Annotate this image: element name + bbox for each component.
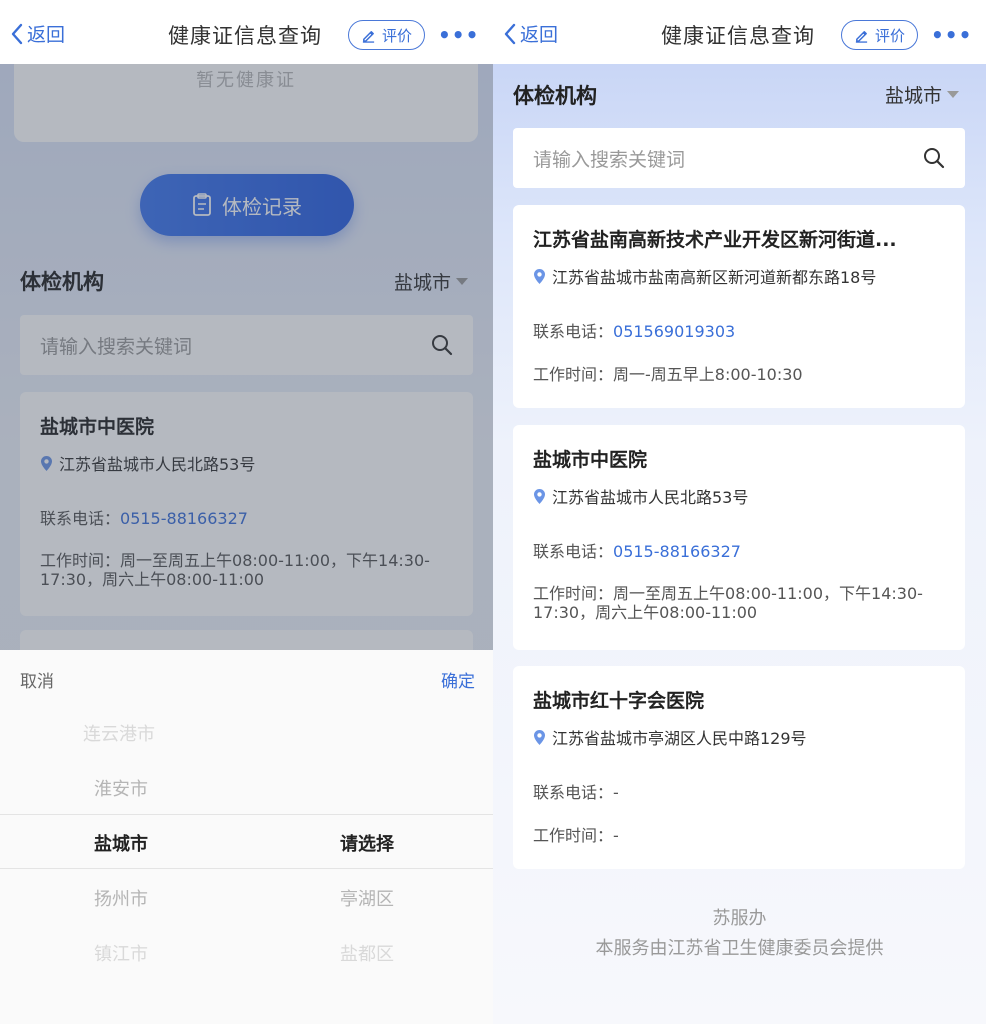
nav-bar: 返回 健康证信息查询 评价 ••• [493,0,986,64]
institution-name: 盐城市中医院 [533,449,648,471]
picker-option-selected[interactable]: 请选择 [340,830,394,856]
chevron-left-icon [504,23,516,44]
institution-card[interactable]: 盐城市红十字会医院 江苏省盐城市亭湖区人民中路129号 联系电话：- 工作时间：… [513,666,965,869]
address-text: 江苏省盐城市人民北路53号 [552,488,749,507]
right-screen: 返回 健康证信息查询 评价 ••• 体检机构 盐城市 请输入搜索关键词 江苏省盐… [493,0,986,1024]
institution-name: 盐城市红十字会医院 [533,690,705,712]
picker-option[interactable]: 亭湖区 [340,885,394,911]
rate-button[interactable]: 评价 [348,20,425,50]
hours-label: 工作时间： [533,365,614,384]
back-button[interactable]: 返回 [10,20,65,47]
address-text: 江苏省盐城市盐南高新区新河道新都东路18号 [552,268,877,287]
hours-text: - [613,826,619,845]
phone-row: 联系电话：0515-88166327 [533,542,945,561]
phone-row: 联系电话：- [533,783,945,802]
rate-button[interactable]: 评价 [841,20,918,50]
section-title: 体检机构 [513,84,597,108]
picker-option-selected[interactable]: 盐城市 [94,830,148,856]
page-title: 健康证信息查询 [661,24,815,48]
nav-bar: 返回 健康证信息查询 评价 ••• [0,0,493,64]
hours-row: 工作时间：周一至周五上午08:00-11:00，下午14:30-17:30，周六… [533,584,945,622]
picker-option[interactable]: 镇江市 [94,940,148,966]
phone-text: - [613,783,619,802]
hours-row: 工作时间：- [533,826,945,845]
more-button[interactable]: ••• [438,23,479,47]
institution-card[interactable]: 江苏省盐南高新技术产业开发区新河街道... 江苏省盐城市盐南高新区新河道新都东路… [513,205,965,408]
search-input[interactable]: 请输入搜索关键词 [513,128,965,188]
picker-option[interactable]: 淮安市 [94,775,148,801]
more-button[interactable]: ••• [931,23,972,47]
location-pin-icon [534,488,545,504]
search-icon[interactable] [923,147,945,169]
picker-divider [0,868,493,869]
pencil-icon [362,30,375,43]
confirm-button[interactable]: 确定 [441,667,475,692]
pencil-icon [855,30,868,43]
cancel-button[interactable]: 取消 [20,667,54,692]
institution-card[interactable]: 盐城市中医院 江苏省盐城市人民北路53号 联系电话：0515-88166327 … [513,425,965,650]
rate-label: 评价 [381,26,412,45]
phone-label: 联系电话： [533,542,614,561]
address-text: 江苏省盐城市亭湖区人民中路129号 [552,729,807,748]
modal-overlay[interactable] [0,64,493,650]
institution-address: 江苏省盐城市人民北路53号 [533,484,945,508]
location-pin-icon [534,729,545,745]
city-picker-sheet: 取消 确定 连云港市 淮安市 盐城市 扬州市 镇江市 请选择 亭湖区 盐都区 [0,650,493,1024]
search-placeholder: 请输入搜索关键词 [533,148,686,171]
rate-label: 评价 [874,26,905,45]
left-screen: 返回 健康证信息查询 评价 ••• 暂无健康证 体检记录 体检机构 盐城市 请输… [0,0,493,1024]
picker-divider [0,814,493,815]
footer-brand: 苏服办 [712,908,767,929]
footer-note: 本服务由江苏省卫生健康委员会提供 [595,938,884,959]
picker-option[interactable]: 扬州市 [94,885,148,911]
caret-down-icon [947,91,960,98]
city-label: 盐城市 [885,85,943,107]
city-selector[interactable]: 盐城市 [885,81,960,108]
phone-label: 联系电话： [533,783,614,802]
phone-link[interactable]: 0515-88166327 [613,542,741,561]
institution-address: 江苏省盐城市亭湖区人民中路129号 [533,725,945,749]
hours-row: 工作时间：周一-周五早上8:00-10:30 [533,365,945,384]
hours-label: 工作时间： [533,584,614,603]
institution-address: 江苏省盐城市盐南高新区新河道新都东路18号 [533,264,945,288]
institution-name: 江苏省盐南高新技术产业开发区新河街道... [533,229,897,251]
location-pin-icon [534,268,545,284]
hours-text: 周一-周五早上8:00-10:30 [613,365,803,384]
hours-label: 工作时间： [533,826,614,845]
chevron-left-icon [11,23,23,44]
back-label: 返回 [27,24,66,46]
page-title: 健康证信息查询 [168,24,322,48]
picker-option[interactable]: 盐都区 [340,940,394,966]
phone-link[interactable]: 051569019303 [613,322,735,341]
phone-row: 联系电话：051569019303 [533,322,945,341]
back-button[interactable]: 返回 [503,20,558,47]
phone-label: 联系电话： [533,322,614,341]
back-label: 返回 [520,24,559,46]
picker-option[interactable]: 连云港市 [83,720,155,746]
